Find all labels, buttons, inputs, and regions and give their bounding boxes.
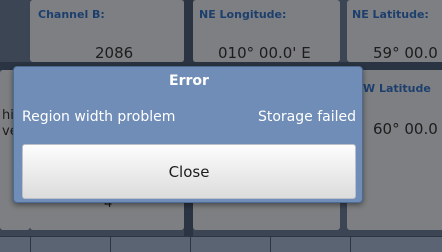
ne-latitude-value: 59° 00.0 — [373, 44, 438, 62]
w-latitude-label: W Latitude — [363, 82, 431, 95]
w-latitude-value: 60° 00.0 — [373, 120, 438, 138]
close-button[interactable]: Close — [22, 144, 356, 199]
ne-latitude-label: NE Latitude: — [352, 8, 429, 21]
ne-longitude-value: 010° 00.0' E — [218, 44, 311, 62]
channel-b-label: Channel B: — [38, 8, 105, 21]
toolbar-segment[interactable] — [110, 237, 190, 252]
bottom-toolbar — [0, 236, 442, 252]
toolbar-segment[interactable] — [30, 237, 110, 252]
toolbar-segment[interactable] — [190, 237, 270, 252]
dialog-title: Error — [169, 73, 209, 89]
channel-b-value: 2086 — [95, 44, 134, 62]
toolbar-segment[interactable] — [270, 237, 350, 252]
ne-longitude-label: NE Longitude: — [199, 8, 287, 21]
dialog-message: Region width problem — [22, 109, 176, 125]
error-dialog: Error Region width problem Storage faile… — [13, 66, 363, 203]
dialog-status: Storage failed — [257, 109, 356, 125]
toolbar-segment[interactable] — [350, 237, 442, 252]
